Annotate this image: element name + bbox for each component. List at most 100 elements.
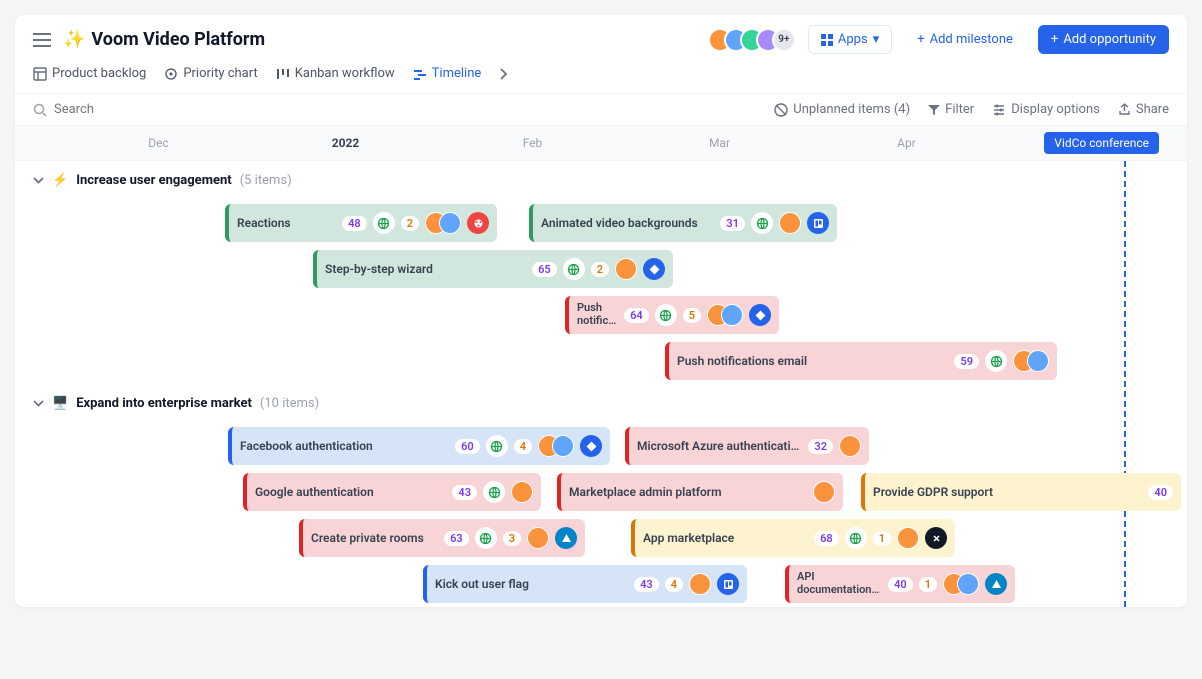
timeline-card[interactable]: Microsoft Azure authentication 32 (625, 427, 869, 465)
search-input[interactable] (54, 102, 234, 117)
triangle-icon (985, 573, 1007, 595)
globe-icon (751, 212, 773, 234)
timeline-card[interactable]: Create private rooms 63 3 (299, 519, 585, 557)
timeline-card[interactable]: Step-by-step wizard652 (313, 250, 673, 288)
count-pill: 4 (514, 439, 532, 454)
timeline-card[interactable]: Marketplace admin platform (557, 473, 843, 511)
group-emoji-icon: 🖥️ (52, 396, 68, 411)
timeline-header: Dec2022FebMarAprMay VidCo conference (15, 126, 1187, 161)
page-title: ✨ Voom Video Platform (63, 29, 265, 50)
globe-icon (845, 527, 867, 549)
search-icon (33, 103, 47, 117)
card-title: API documentation… (797, 571, 882, 596)
timeline-row: Push notificat…645 (15, 292, 1187, 338)
timeline-row: Kick out user flag 43 4 API documentation…4… (15, 561, 1187, 607)
tab-backlog[interactable]: Product backlog (33, 66, 146, 81)
card-title: Reactions (237, 216, 336, 230)
score-pill: 32 (808, 439, 833, 454)
timeline-card[interactable]: Push notificat…645 (565, 296, 779, 334)
share-button[interactable]: Share (1118, 102, 1169, 117)
avatar (689, 573, 711, 595)
display-options-button[interactable]: Display options (992, 102, 1100, 117)
globe-icon (563, 258, 585, 280)
timeline-row: Create private rooms 63 3 App marketplace 68… (15, 515, 1187, 561)
avatar (813, 481, 835, 503)
group-count: (10 items) (260, 396, 319, 411)
score-pill: 59 (954, 354, 979, 369)
globe-icon (475, 527, 497, 549)
avatar (779, 212, 801, 234)
timeline-card[interactable]: Kick out user flag 43 4 (423, 565, 747, 603)
avatar (839, 435, 861, 457)
timeline-row: Push notifications email59 (15, 338, 1187, 384)
avatar (439, 212, 461, 234)
card-title: Create private rooms (311, 531, 438, 545)
count-pill: 4 (665, 577, 683, 592)
timeline-card[interactable]: Animated video backgrounds31 (529, 204, 837, 242)
count-pill: 2 (401, 216, 419, 231)
chevron-right-icon[interactable] (499, 68, 507, 80)
timeline-card[interactable]: Reactions482 (225, 204, 497, 242)
card-title: Microsoft Azure authentication (637, 439, 802, 453)
globe-icon (373, 212, 395, 234)
timeline-card[interactable]: Provide GDPR support 40 (861, 473, 1181, 511)
timeline-row: Reactions482 Animated video backgrounds31 (15, 200, 1187, 246)
tab-priority[interactable]: Priority chart (164, 66, 257, 81)
score-pill: 63 (444, 531, 469, 546)
dark-icon (925, 527, 947, 549)
plus-icon: + (1051, 32, 1058, 47)
unplanned-button[interactable]: Unplanned items (4) (774, 102, 910, 117)
group-title: Increase user engagement (76, 173, 232, 188)
trello-icon (717, 573, 739, 595)
diamond-icon (580, 435, 602, 457)
globe-icon (486, 435, 508, 457)
group-header[interactable]: ⚡Increase user engagement(5 items) (15, 161, 1187, 200)
timeline-row: Facebook authentication604 Microsoft Azur… (15, 423, 1187, 469)
card-title: Provide GDPR support (873, 485, 1142, 499)
count-pill: 3 (503, 531, 521, 546)
member-avatars[interactable]: 9+ (716, 28, 796, 52)
timeline-card[interactable]: Push notifications email59 (665, 342, 1057, 380)
timeline-card[interactable]: Google authentication 43 (243, 473, 541, 511)
timeline-card[interactable]: API documentation…401 (785, 565, 1015, 603)
search-wrap (33, 102, 234, 117)
score-pill: 43 (452, 485, 477, 500)
timeline-row: Google authentication 43 Marketplace admin… (15, 469, 1187, 515)
count-pill: 5 (683, 308, 701, 323)
group-header[interactable]: 🖥️Expand into enterprise market(10 items… (15, 384, 1187, 423)
month-label: 2022 (252, 126, 439, 160)
score-pill: 68 (814, 531, 839, 546)
toolbar: Unplanned items (4) Filter Display optio… (15, 94, 1187, 126)
milestone-marker[interactable]: VidCo conference (1044, 132, 1159, 154)
menu-icon[interactable] (33, 33, 51, 47)
avatar (721, 304, 743, 326)
group-count: (5 items) (240, 173, 292, 188)
trello-icon (807, 212, 829, 234)
add-milestone-button[interactable]: + Add milestone (904, 25, 1026, 54)
red-ic-icon (467, 212, 489, 234)
score-pill: 40 (1148, 485, 1173, 500)
avatar (957, 573, 979, 595)
score-pill: 43 (634, 577, 659, 592)
card-title: Google authentication (255, 485, 446, 499)
filter-button[interactable]: Filter (928, 102, 974, 117)
sparkle-icon: ✨ (63, 29, 85, 50)
timeline-card[interactable]: Facebook authentication604 (228, 427, 610, 465)
count-pill: 1 (919, 577, 937, 592)
chevron-down-icon (33, 400, 44, 407)
card-title: App marketplace (643, 531, 808, 545)
tab-kanban[interactable]: Kanban workflow (276, 66, 395, 81)
title-text: Voom Video Platform (91, 29, 265, 50)
chevron-down-icon: ▾ (873, 32, 880, 47)
diamond-icon (749, 304, 771, 326)
card-title: Push notificat… (577, 302, 618, 327)
avatar-overflow[interactable]: 9+ (772, 28, 796, 52)
timeline-card[interactable]: App marketplace681 (631, 519, 955, 557)
month-label: Mar (626, 126, 813, 160)
card-title: Kick out user flag (435, 577, 628, 591)
apps-button[interactable]: Apps ▾ (808, 25, 892, 54)
avatar (527, 527, 549, 549)
add-opportunity-button[interactable]: + Add opportunity (1038, 25, 1169, 54)
tab-timeline[interactable]: Timeline (413, 66, 482, 81)
globe-icon (985, 350, 1007, 372)
